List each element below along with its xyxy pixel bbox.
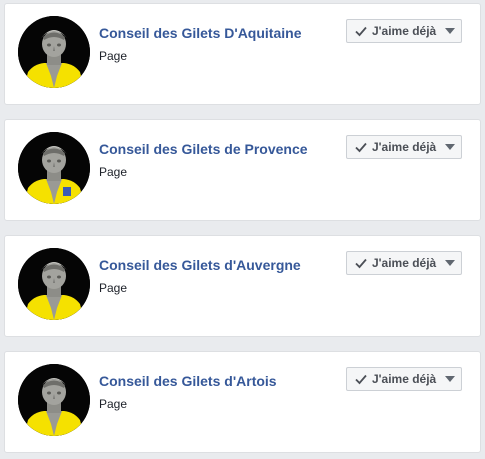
page-avatar[interactable] bbox=[18, 364, 90, 436]
page-avatar[interactable] bbox=[18, 132, 90, 204]
statue-yellow-vest-image bbox=[18, 364, 90, 436]
page-name-link[interactable]: Conseil des Gilets d'Auvergne bbox=[99, 257, 301, 273]
page-name-link[interactable]: Conseil des Gilets D'Aquitaine bbox=[99, 25, 301, 41]
liked-dropdown-button[interactable]: J'aime déjà bbox=[346, 135, 462, 159]
page-avatar[interactable] bbox=[18, 16, 90, 88]
result-card: Conseil des Gilets D'Aquitaine Page J'ai… bbox=[4, 3, 481, 105]
caret-down-icon bbox=[445, 28, 456, 34]
caret-down-icon bbox=[445, 376, 456, 382]
result-card: Conseil des Gilets d'Auvergne Page J'aim… bbox=[4, 235, 481, 337]
statue-yellow-vest-image bbox=[18, 132, 90, 204]
result-card: Conseil des Gilets de Provence Page J'ai… bbox=[4, 119, 481, 221]
liked-dropdown-button[interactable]: J'aime déjà bbox=[346, 251, 462, 275]
page-type-label: Page bbox=[99, 165, 128, 179]
statue-yellow-vest-image bbox=[18, 16, 90, 88]
check-icon bbox=[355, 26, 367, 37]
liked-button-label: J'aime déjà bbox=[372, 24, 437, 38]
caret-down-icon bbox=[445, 260, 456, 266]
check-icon bbox=[355, 258, 367, 269]
statue-yellow-vest-image bbox=[18, 248, 90, 320]
liked-button-label: J'aime déjà bbox=[372, 372, 437, 386]
check-icon bbox=[355, 142, 367, 153]
liked-button-label: J'aime déjà bbox=[372, 256, 437, 270]
page-type-label: Page bbox=[99, 49, 128, 63]
page-name-link[interactable]: Conseil des Gilets de Provence bbox=[99, 141, 308, 157]
page-name-link[interactable]: Conseil des Gilets d'Artois bbox=[99, 373, 277, 389]
caret-down-icon bbox=[445, 144, 456, 150]
liked-dropdown-button[interactable]: J'aime déjà bbox=[346, 19, 462, 43]
page-type-label: Page bbox=[99, 281, 128, 295]
result-card: Conseil des Gilets d'Artois Page J'aime … bbox=[4, 351, 481, 453]
page-avatar[interactable] bbox=[18, 248, 90, 320]
liked-dropdown-button[interactable]: J'aime déjà bbox=[346, 367, 462, 391]
check-icon bbox=[355, 374, 367, 385]
page-type-label: Page bbox=[99, 397, 128, 411]
liked-button-label: J'aime déjà bbox=[372, 140, 437, 154]
